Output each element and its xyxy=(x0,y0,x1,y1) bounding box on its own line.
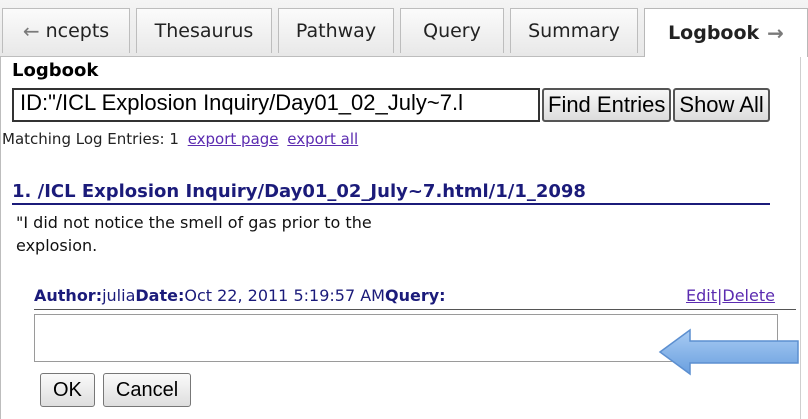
query-label: Query: xyxy=(384,286,446,305)
tab-label: Thesaurus xyxy=(154,20,254,42)
entry-title[interactable]: 1. /ICL Explosion Inquiry/Day01_02_July~… xyxy=(12,181,770,205)
tab-logbook[interactable]: Logbook → xyxy=(644,8,808,57)
tab-label: Pathway xyxy=(295,20,377,42)
tab-concepts[interactable]: ← ncepts xyxy=(2,8,130,53)
tab-label: Logbook xyxy=(668,22,760,44)
meta-divider xyxy=(34,309,796,310)
entry-text: "I did not notice the smell of gas prior… xyxy=(16,213,372,255)
tab-pathway[interactable]: Pathway xyxy=(278,8,394,53)
form-actions: OK Cancel xyxy=(40,373,192,407)
logbook-panel: ← ncepts Thesaurus Pathway Query Summary… xyxy=(0,0,808,419)
find-entries-button[interactable]: Find Entries xyxy=(542,88,672,122)
entry-actions: Edit|Delete xyxy=(686,286,775,305)
tab-summary[interactable]: Summary xyxy=(510,8,638,53)
tab-label: Query xyxy=(423,20,481,42)
edit-link[interactable]: Edit xyxy=(686,286,717,305)
page-title: Logbook xyxy=(12,60,99,81)
arrow-left-callout-icon xyxy=(658,328,799,376)
cancel-button[interactable]: Cancel xyxy=(102,373,192,407)
matching-count: Matching Log Entries: 1 xyxy=(2,130,179,148)
arrow-right-icon[interactable]: → xyxy=(767,21,784,45)
tab-query[interactable]: Query xyxy=(400,8,504,53)
date-label: Date: xyxy=(135,286,185,305)
export-all-link[interactable]: export all xyxy=(287,130,358,148)
entry-meta-row: Author:juliaDate:Oct 22, 2011 5:19:57 AM… xyxy=(34,286,794,310)
matching-entries-line: Matching Log Entries: 1 export page expo… xyxy=(2,130,358,148)
tab-label: Summary xyxy=(528,20,620,42)
author-value: julia xyxy=(102,286,136,305)
author-label: Author: xyxy=(34,286,103,305)
show-all-button[interactable]: Show All xyxy=(673,88,770,122)
tab-label: ncepts xyxy=(45,20,110,42)
ok-button[interactable]: OK xyxy=(40,373,95,407)
export-page-link[interactable]: export page xyxy=(188,130,279,148)
date-value: Oct 22, 2011 5:19:57 AM xyxy=(184,286,385,305)
tab-bar: ← ncepts Thesaurus Pathway Query Summary… xyxy=(0,0,808,57)
tab-thesaurus[interactable]: Thesaurus xyxy=(136,8,272,53)
search-row: ID:"/ICL Explosion Inquiry/Day01_02_July… xyxy=(12,88,770,124)
delete-link[interactable]: Delete xyxy=(722,286,775,305)
arrow-left-icon[interactable]: ← xyxy=(23,19,40,43)
search-input[interactable]: ID:"/ICL Explosion Inquiry/Day01_02_July… xyxy=(12,88,540,122)
